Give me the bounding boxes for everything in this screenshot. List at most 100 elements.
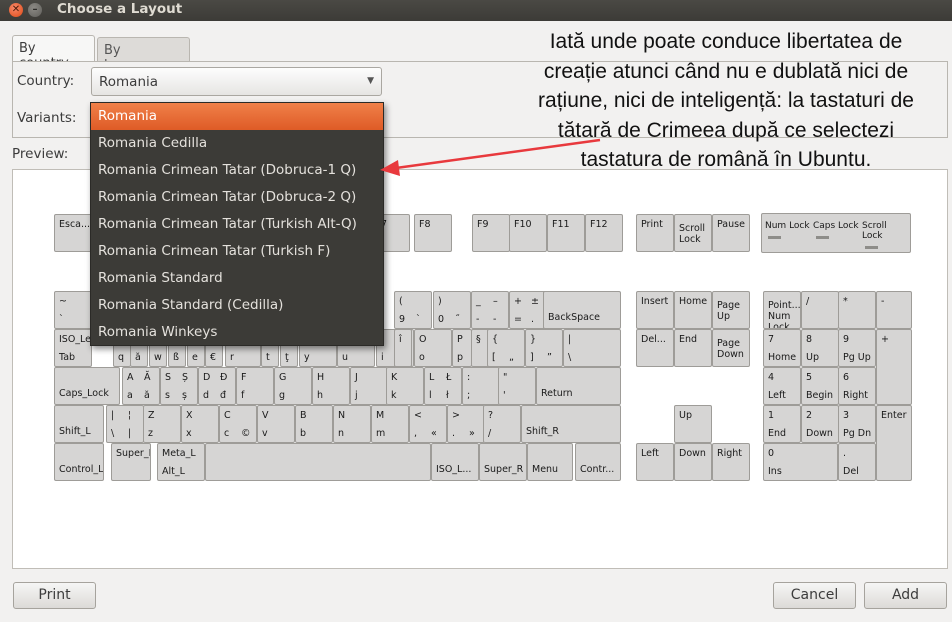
dropdown-item[interactable]: Romania Crimean Tatar (Turkish F) <box>91 238 383 265</box>
key-label: Scroll Lock <box>679 223 706 245</box>
key-label: q <box>118 352 125 363</box>
key-label: j <box>355 390 358 401</box>
dropdown-item[interactable]: Romania <box>91 103 383 130</box>
cancel-button[interactable]: Cancel <box>773 582 856 609</box>
key-label: ţ <box>285 352 289 363</box>
key-label: Esca... <box>59 219 91 230</box>
key: Ff <box>236 367 274 405</box>
key: Print <box>636 214 674 252</box>
tab-by-country[interactable]: By country <box>12 35 95 71</box>
key: Control_L <box>54 443 104 481</box>
dropdown-item[interactable]: Romania Crimean Tatar (Dobruca-2 Q) <box>91 184 383 211</box>
minimize-icon[interactable]: – <box>28 3 42 17</box>
dropdown-item[interactable]: Romania Winkeys <box>91 319 383 346</box>
key-label: - <box>493 314 497 325</box>
key: Pp <box>452 329 472 367</box>
country-combo[interactable]: Romania ▼ <box>91 67 382 96</box>
key-label: o <box>419 352 425 363</box>
add-button[interactable]: Add <box>864 582 947 609</box>
key: <, « <box>409 405 447 443</box>
key-label: N <box>338 410 346 421</box>
key-label: ˝ <box>455 314 460 325</box>
key-label: H <box>317 372 325 383</box>
key-label: ă <box>144 390 150 401</box>
key: Bb <box>295 405 333 443</box>
key-label: = <box>514 314 522 325</box>
print-button[interactable]: Print <box>13 582 96 609</box>
key: Caps_Lock <box>54 367 120 405</box>
key-label: Del <box>843 466 859 477</box>
key-label: 6 <box>843 372 850 383</box>
key: ~ ` <box>54 291 92 329</box>
key-label: | <box>568 334 572 345</box>
key: End <box>674 329 712 367</box>
key-label: đ <box>220 390 227 401</box>
key-label: Pg Up <box>843 352 871 363</box>
key-label: i <box>381 352 384 363</box>
dropdown-item[interactable]: Romania Standard <box>91 265 383 292</box>
key: F9 <box>472 214 510 252</box>
key: Hh <box>312 367 350 405</box>
key-label: ; <box>467 390 471 401</box>
dropdown-item[interactable]: Romania Crimean Tatar (Dobruca-1 Q) <box>91 157 383 184</box>
dropdown-item[interactable]: Romania Standard (Cedilla) <box>91 292 383 319</box>
num-lock-indicator: Num Lock <box>765 221 810 239</box>
key: Nn <box>333 405 371 443</box>
key-label: Super_L <box>116 448 151 459</box>
key: Gg <box>274 367 312 405</box>
key-label: S <box>165 372 172 383</box>
key: Menu <box>527 443 573 481</box>
key-label: Caps_Lock <box>59 388 109 399</box>
key-label: ” <box>547 352 552 363</box>
variants-dropdown[interactable]: Romania Romania Cedilla Romania Crimean … <box>90 102 384 346</box>
dropdown-item[interactable]: Romania Crimean Tatar (Turkish Alt-Q) <box>91 211 383 238</box>
key-label: © <box>241 428 251 439</box>
key-label: y <box>304 352 310 363</box>
key-label: Right <box>843 390 869 401</box>
key: 3 Pg Dn <box>838 405 876 443</box>
key-label: F <box>241 372 247 383</box>
key: 1 End <box>763 405 801 443</box>
key-label: ISO_Le... <box>59 334 92 345</box>
key-label: Menu <box>532 464 559 475</box>
key: 7 Home <box>763 329 801 367</box>
key-label: Up <box>679 410 692 421</box>
key-label: F12 <box>590 219 608 230</box>
key-label: Pg Dn <box>843 428 872 439</box>
key-label: Print <box>641 219 663 230</box>
key-label: - <box>881 296 885 307</box>
key-label: ] <box>530 352 534 363</box>
key: Insert <box>636 291 674 329</box>
key: Super_L <box>111 443 151 481</box>
key: _ – - - <box>471 291 509 329</box>
key: + ± =. <box>509 291 547 329</box>
tab-by-language[interactable]: By language <box>97 37 190 73</box>
close-icon[interactable]: ✕ <box>9 3 23 17</box>
key-label: Point... Num Lock <box>768 300 801 329</box>
key-label: Ă <box>144 372 151 383</box>
key-label: – <box>493 296 498 307</box>
key: Page Up <box>712 291 750 329</box>
dropdown-item[interactable]: Romania Cedilla <box>91 130 383 157</box>
key: Esca... <box>54 214 92 252</box>
key-label: n <box>338 428 345 439</box>
key: î <box>394 329 412 367</box>
key: BackSpace <box>543 291 621 329</box>
scroll-lock-indicator: Scroll Lock <box>862 221 910 249</box>
key: . Del <box>838 443 876 481</box>
key: Pause <box>712 214 750 252</box>
key-label: + <box>514 296 522 307</box>
key: Super_R <box>479 443 527 481</box>
key-label: c <box>224 428 230 439</box>
key-label: l <box>429 390 432 401</box>
key-label: { <box>492 334 499 345</box>
key: SȘs ș <box>160 367 198 405</box>
key: LŁl ł <box>424 367 462 405</box>
key-label: 2 <box>806 410 813 421</box>
key <box>205 443 431 481</box>
key-label: F9 <box>477 219 489 230</box>
key-label: Super_R <box>484 464 524 475</box>
key-label: Shift_L <box>59 426 91 437</box>
key: " ' <box>498 367 536 405</box>
key-label: Z <box>148 410 155 421</box>
